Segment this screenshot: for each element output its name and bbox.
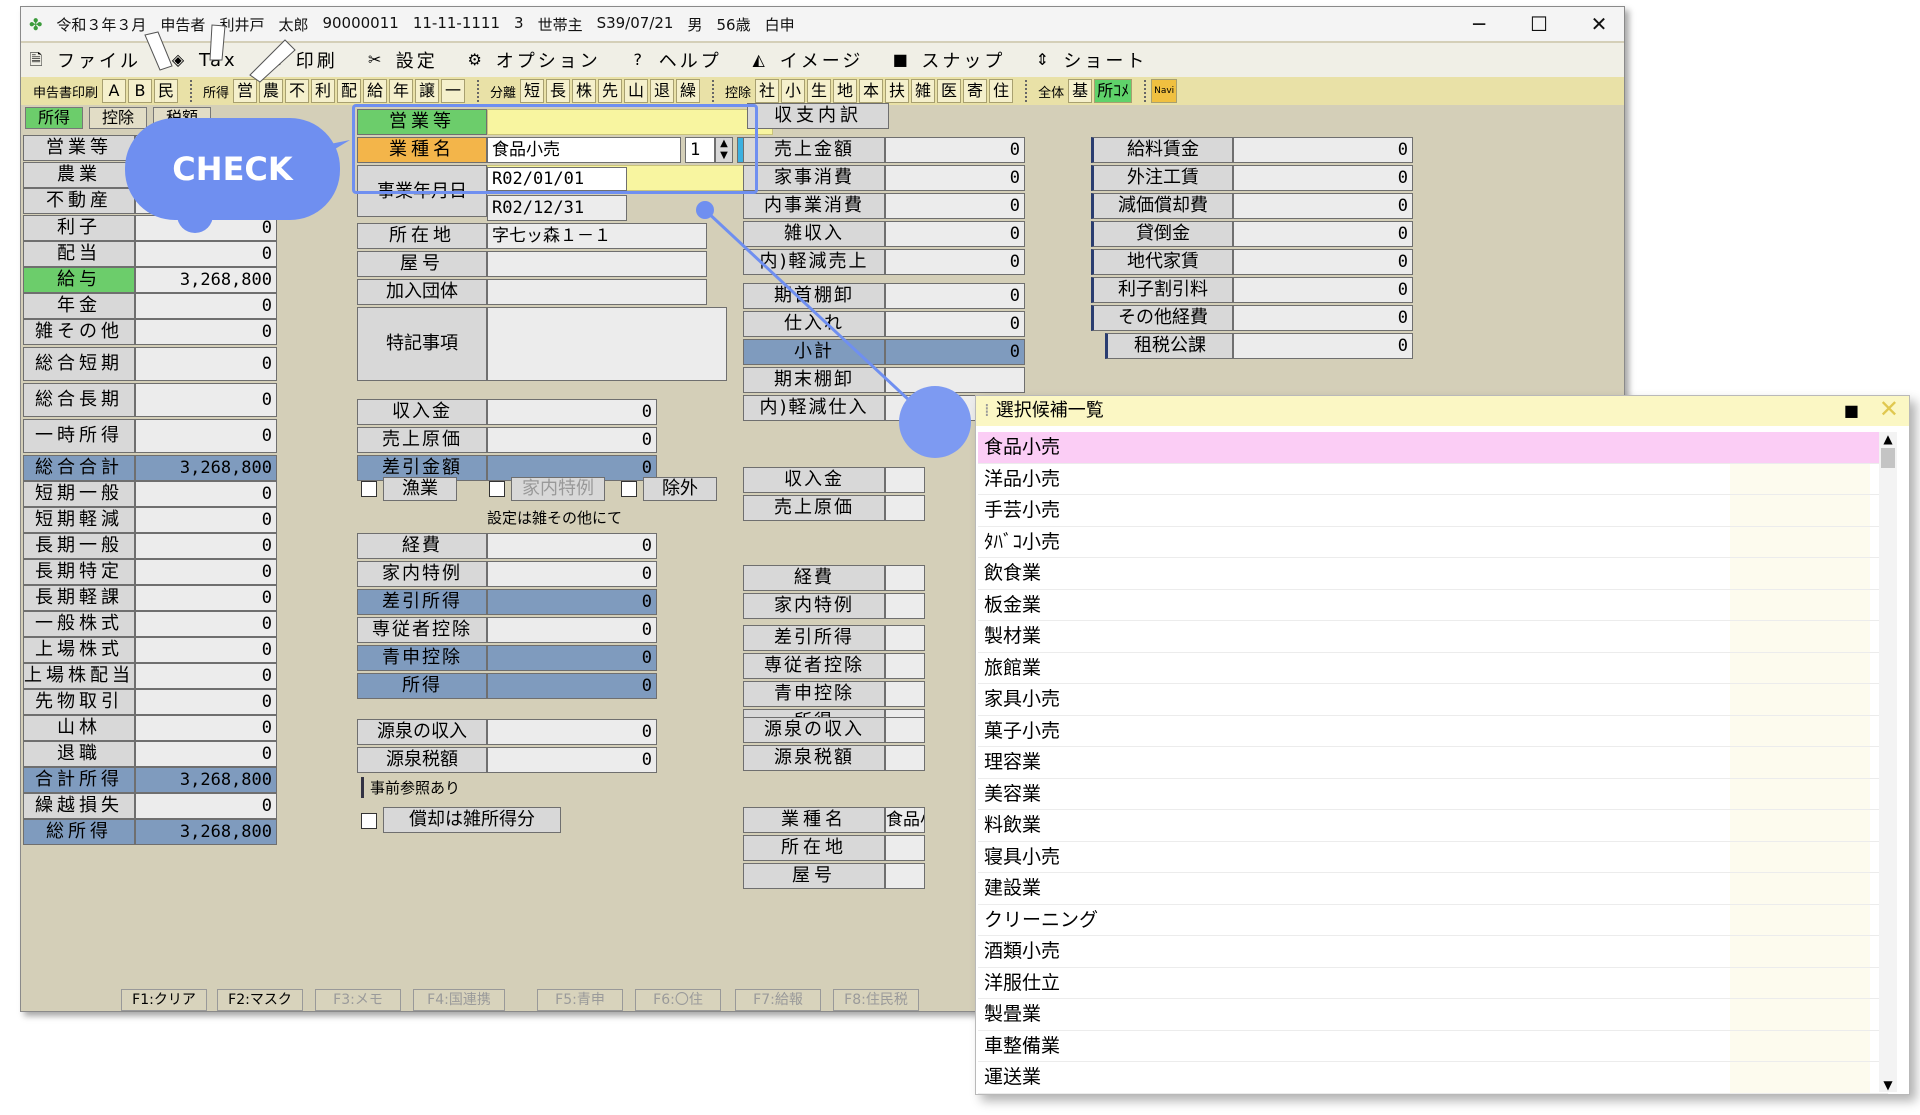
- candidate-extra-column: [1730, 747, 1870, 778]
- candidate-item[interactable]: 製材業: [978, 621, 1888, 653]
- candidate-item[interactable]: 食品小売: [978, 432, 1888, 464]
- candidate-extra-column: [1730, 526, 1870, 557]
- candidate-label: クリーニング: [984, 908, 1099, 931]
- candidate-item[interactable]: 酒類小売: [978, 936, 1888, 968]
- candidate-extra-column: [1730, 715, 1870, 746]
- candidate-label: 理容業: [984, 751, 1042, 773]
- candidate-label: 板金業: [984, 593, 1042, 616]
- candidate-item[interactable]: 車整備業: [978, 1030, 1888, 1062]
- candidate-label: 製材業: [984, 625, 1042, 647]
- candidate-label: 洋服仕立: [984, 971, 1061, 994]
- popup-title: 選択候補一覧: [995, 400, 1104, 421]
- candidate-label: 洋品小売: [984, 467, 1061, 490]
- candidate-extra-column: [1730, 936, 1870, 967]
- popup-header: ⁞ 選択候補一覧 ■ ✕: [976, 396, 1909, 426]
- candidate-extra-column: [1730, 999, 1870, 1030]
- candidate-extra-column: [1730, 873, 1870, 904]
- candidate-label: 手芸小売: [984, 499, 1061, 521]
- candidate-item[interactable]: 旅館業: [978, 652, 1888, 684]
- candidate-list: 食品小売洋品小売手芸小売 ﾀﾊﾞｺ小売 飲食業板金業製材業旅館業家具小売菓子小売理容…: [978, 432, 1888, 1094]
- candidate-label: 寝具小売: [984, 845, 1061, 868]
- candidate-extra-column: [1730, 841, 1870, 872]
- candidate-item[interactable]: 理容業: [978, 747, 1888, 779]
- popup-scrollbar[interactable]: ▲ ▼: [1879, 432, 1897, 1092]
- candidate-label: 車整備業: [984, 1034, 1061, 1057]
- candidate-item[interactable]: 建設業: [978, 873, 1888, 905]
- screenshot-stage: ✤ 令和３年３月 申告者 利井戸 太郎 90000011 11-11-1111 3 世帯主 S3…: [0, 0, 1920, 1115]
- candidate-extra-column: [1730, 558, 1870, 589]
- candidate-label: 運送業: [984, 1066, 1042, 1088]
- candidate-item[interactable]: 洋服仕立: [978, 967, 1888, 999]
- candidate-label: 飲食業: [984, 562, 1042, 584]
- candidate-extra-column: [1730, 904, 1870, 935]
- candidate-item[interactable]: 運送業: [978, 1062, 1888, 1094]
- candidate-extra-column: [1730, 967, 1870, 998]
- scroll-thumb[interactable]: [1881, 448, 1895, 468]
- candidate-extra-column: [1730, 810, 1870, 841]
- candidate-extra-column: [1730, 1030, 1870, 1061]
- candidate-label: 家具小売: [984, 688, 1061, 710]
- candidate-item[interactable]: 料飲業: [978, 810, 1888, 842]
- candidate-item[interactable]: ﾀﾊﾞｺ小売: [978, 526, 1888, 558]
- scroll-up-icon[interactable]: ▲: [1879, 432, 1897, 446]
- candidate-item[interactable]: 手芸小売: [978, 495, 1888, 527]
- candidate-label: 菓子小売: [984, 719, 1061, 742]
- candidate-item[interactable]: 飲食業: [978, 558, 1888, 590]
- candidate-extra-column: [1730, 589, 1870, 620]
- candidate-label: 旅館業: [984, 656, 1042, 679]
- scroll-down-icon[interactable]: ▼: [1879, 1078, 1897, 1092]
- candidate-extra-column: [1730, 621, 1870, 652]
- candidate-list-popup: ⁞ 選択候補一覧 ■ ✕ 食品小売洋品小売手芸小売 ﾀﾊﾞｺ小売 飲食業板金業製材業旅…: [975, 395, 1910, 1095]
- grip-icon: ⁞: [984, 400, 990, 421]
- candidate-extra-column: [1730, 652, 1870, 683]
- check-callout: CHECK: [125, 118, 340, 220]
- candidate-label: 酒類小売: [984, 940, 1061, 962]
- candidate-item[interactable]: 家具小売: [978, 684, 1888, 716]
- candidate-item[interactable]: 洋品小売: [978, 463, 1888, 495]
- candidate-label: 料飲業: [984, 814, 1042, 836]
- candidate-label: 建設業: [984, 877, 1042, 899]
- candidate-label: 食品小売: [984, 436, 1061, 458]
- candidate-extra-column: [1730, 432, 1870, 463]
- candidate-extra-column: [1730, 684, 1870, 715]
- candidate-label: 製畳業: [984, 1003, 1042, 1025]
- candidate-item[interactable]: クリーニング: [978, 904, 1888, 936]
- candidate-extra-column: [1730, 778, 1870, 809]
- candidate-extra-column: [1730, 1062, 1870, 1093]
- close-icon[interactable]: ✕: [1879, 396, 1899, 424]
- candidate-label: ﾀﾊﾞｺ小売: [984, 530, 1061, 553]
- candidate-item[interactable]: 板金業: [978, 589, 1888, 621]
- candidate-item[interactable]: 美容業: [978, 778, 1888, 810]
- camera-icon[interactable]: ■: [1844, 396, 1859, 426]
- candidate-label: 美容業: [984, 782, 1042, 805]
- candidate-extra-column: [1730, 495, 1870, 526]
- candidate-item[interactable]: 菓子小売: [978, 715, 1888, 747]
- candidate-item[interactable]: 寝具小売: [978, 841, 1888, 873]
- candidate-item[interactable]: 製畳業: [978, 999, 1888, 1031]
- candidate-extra-column: [1730, 463, 1870, 494]
